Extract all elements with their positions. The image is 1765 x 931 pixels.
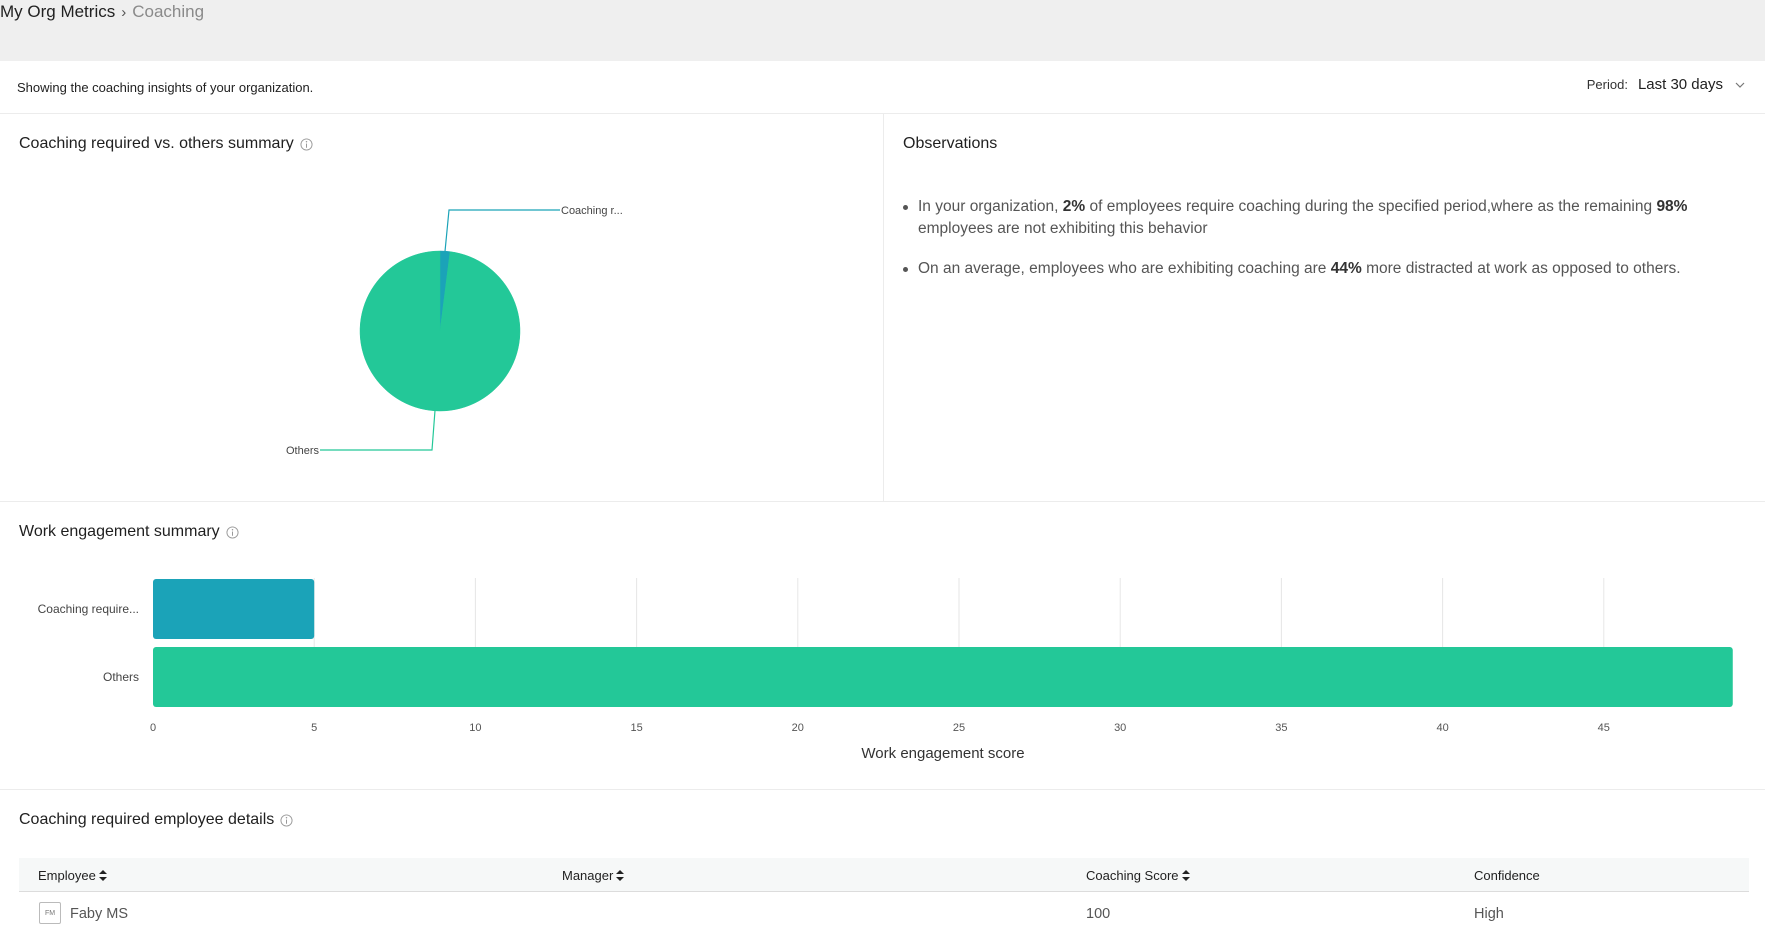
page-subtitle: Showing the coaching insights of your or…: [17, 80, 314, 95]
observation-item: In your organization, 2% of employees re…: [901, 196, 1751, 240]
breadcrumb: My Org Metrics › Coaching: [0, 2, 204, 22]
column-coaching-score[interactable]: Coaching Score: [1086, 868, 1190, 883]
observations-list: In your organization, 2% of employees re…: [901, 196, 1751, 298]
x-tick-label: 20: [792, 722, 804, 734]
x-tick-label: 35: [1275, 722, 1287, 734]
breadcrumb-separator: ›: [121, 3, 127, 21]
bar-category-label: Coaching require...: [38, 602, 139, 616]
pie-label: Others: [286, 445, 320, 457]
pie-leader-line: [320, 410, 436, 451]
bar-0[interactable]: [153, 579, 315, 639]
column-manager[interactable]: Manager: [562, 868, 625, 883]
column-confidence: Confidence: [1474, 868, 1540, 883]
breadcrumb-current: Coaching: [132, 2, 205, 21]
x-tick-label: 10: [469, 722, 481, 734]
confidence-value: High: [1474, 906, 1504, 922]
avatar: FM: [39, 902, 61, 924]
bar-category-label: Others: [103, 670, 139, 684]
pie-label: Coaching r...: [561, 205, 623, 217]
bar-1[interactable]: [153, 647, 1733, 707]
coaching-score: 100: [1086, 906, 1111, 922]
pie-chart: Coaching r... Others: [286, 205, 623, 457]
pie-slice-1[interactable]: [359, 250, 521, 412]
x-tick-label: 40: [1436, 722, 1448, 734]
period-label: Period:: [1586, 77, 1628, 92]
observation-item: On an average, employees who are exhibit…: [901, 258, 1751, 280]
table-row[interactable]: FM Faby MS 100 High: [19, 892, 1749, 931]
x-axis-title: Work engagement score: [861, 745, 1024, 762]
pie-panel: Coaching required vs. others summary Coa…: [0, 114, 884, 502]
x-tick-label: 45: [1598, 722, 1610, 734]
chevron-down-icon[interactable]: [1733, 78, 1747, 92]
sort-icon[interactable]: [616, 870, 625, 881]
sort-icon[interactable]: [1181, 870, 1190, 881]
column-employee[interactable]: Employee: [38, 868, 107, 883]
x-tick-label: 15: [630, 722, 642, 734]
period-dropdown[interactable]: Period: Last 30 days: [1587, 76, 1747, 93]
x-tick-label: 0: [150, 722, 156, 734]
info-icon[interactable]: [280, 813, 293, 827]
details-title: Coaching required employee details: [19, 811, 275, 828]
observations-panel: Observations: [884, 114, 1765, 502]
period-value[interactable]: Last 30 days: [1638, 76, 1723, 93]
bar-chart: Coaching require... Others 0 5 10 15 20 25 30 35 4…: [38, 578, 1733, 762]
engagement-panel: Work engagement summary Coaching require…: [0, 502, 1765, 790]
sort-icon[interactable]: [98, 870, 107, 881]
employee-name[interactable]: Faby MS: [70, 906, 128, 922]
top-bar: My Org Metrics › Coaching: [0, 0, 1765, 61]
details-title-row: Coaching required employee details: [19, 811, 293, 829]
x-tick-label: 25: [953, 722, 965, 734]
breadcrumb-root[interactable]: My Org Metrics: [0, 2, 115, 22]
x-tick-label: 5: [311, 722, 317, 734]
observations-title: Observations: [903, 135, 998, 152]
table-header: Employee Manager Coaching Score Confiden…: [19, 858, 1749, 892]
x-tick-label: 30: [1114, 722, 1126, 734]
sub-header: Showing the coaching insights of your or…: [0, 61, 1765, 114]
pie-leader-line: [444, 209, 560, 252]
